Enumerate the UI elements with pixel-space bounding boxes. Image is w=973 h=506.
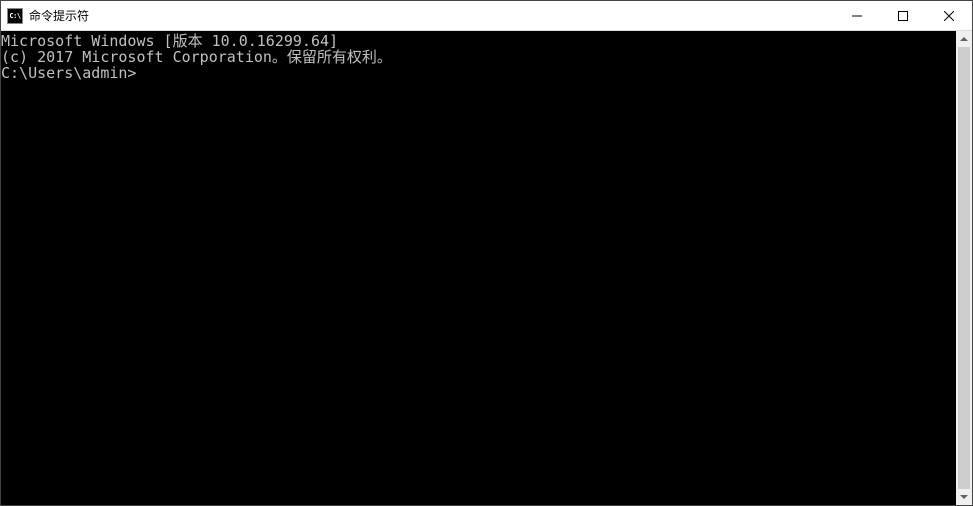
maximize-button[interactable] (880, 1, 926, 30)
cmd-app-icon: C:\ (7, 8, 23, 24)
scroll-thumb[interactable] (958, 47, 970, 489)
scroll-up-arrow[interactable] (956, 31, 972, 47)
close-icon (944, 11, 954, 21)
scroll-track[interactable] (956, 47, 972, 489)
chevron-up-icon (960, 37, 968, 41)
vertical-scrollbar[interactable] (956, 31, 972, 505)
terminal-area: Microsoft Windows [版本 10.0.16299.64](c) … (1, 31, 972, 505)
titlebar[interactable]: C:\ 命令提示符 (1, 1, 972, 31)
window-title: 命令提示符 (29, 7, 89, 24)
maximize-icon (898, 11, 908, 21)
chevron-down-icon (960, 495, 968, 499)
titlebar-left: C:\ 命令提示符 (1, 7, 89, 24)
minimize-icon (852, 11, 862, 21)
terminal-output-line: (c) 2017 Microsoft Corporation。保留所有权利。 (1, 49, 956, 65)
terminal-output-line: Microsoft Windows [版本 10.0.16299.64] (1, 33, 956, 49)
terminal-content[interactable]: Microsoft Windows [版本 10.0.16299.64](c) … (1, 31, 956, 505)
window-controls (834, 1, 972, 30)
command-prompt-window: C:\ 命令提示符 Microsoft Windows [版本 10.0.162… (0, 0, 973, 506)
scroll-down-arrow[interactable] (956, 489, 972, 505)
terminal-prompt: C:\Users\admin> (1, 65, 956, 81)
minimize-button[interactable] (834, 1, 880, 30)
close-button[interactable] (926, 1, 972, 30)
